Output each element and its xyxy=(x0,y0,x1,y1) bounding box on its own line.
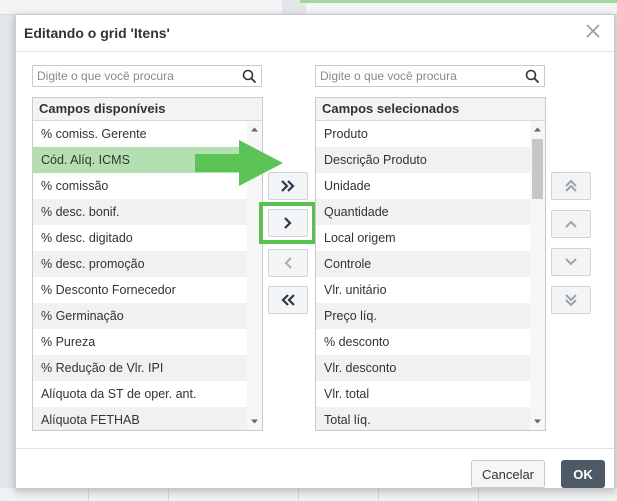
background-footer-strip xyxy=(0,488,617,501)
selected-search-box xyxy=(315,65,545,87)
chevron-right-icon xyxy=(284,217,292,229)
list-item[interactable]: Quantidade xyxy=(316,199,530,225)
move-left-button[interactable] xyxy=(268,249,308,277)
dialog-title: Editando o grid 'Itens' xyxy=(24,25,170,41)
list-item[interactable]: Alíquota da ST de oper. ant. xyxy=(33,381,247,407)
search-icon[interactable] xyxy=(242,69,257,84)
list-item[interactable]: % Germinação xyxy=(33,303,247,329)
scroll-up-icon[interactable] xyxy=(250,125,259,134)
move-up-button[interactable] xyxy=(551,210,591,238)
dialog-header: Editando o grid 'Itens' xyxy=(16,15,614,52)
list-item[interactable]: Alíquota FETHAB xyxy=(33,407,247,430)
cancel-button[interactable]: Cancelar xyxy=(471,460,545,488)
list-item[interactable]: % Pureza xyxy=(33,329,247,355)
scroll-up-icon[interactable] xyxy=(533,125,542,134)
close-button[interactable] xyxy=(584,22,602,40)
chevron-down-icon xyxy=(565,258,577,266)
move-top-button[interactable] xyxy=(551,172,591,200)
background-cell xyxy=(298,488,379,501)
move-right-button[interactable] xyxy=(268,209,308,237)
move-bottom-button[interactable] xyxy=(551,286,591,314)
available-search-input[interactable] xyxy=(33,66,237,86)
scrollbar-thumb[interactable] xyxy=(532,139,543,199)
selected-fields-header: Campos selecionados xyxy=(316,98,545,121)
list-item[interactable]: Total líq. xyxy=(316,407,530,430)
list-item[interactable]: % desc. promoção xyxy=(33,251,247,277)
move-all-left-button[interactable] xyxy=(268,286,308,314)
list-item[interactable]: Local origem xyxy=(316,225,530,251)
list-item[interactable]: Descrição Produto xyxy=(316,147,530,173)
selected-fields-list: Campos selecionados Produto Descrição Pro… xyxy=(315,97,546,431)
list-item[interactable]: Vlr. desconto xyxy=(316,355,530,381)
list-item[interactable]: % Redução de Vlr. IPI xyxy=(33,355,247,381)
scroll-down-icon[interactable] xyxy=(533,417,542,426)
list-item[interactable]: Vlr. total xyxy=(316,381,530,407)
list-item[interactable]: Vlr. unitário xyxy=(316,277,530,303)
selected-search-input[interactable] xyxy=(316,66,520,86)
background-cell xyxy=(378,488,479,501)
chevron-left-icon xyxy=(284,257,292,269)
double-chevron-up-icon xyxy=(565,179,577,192)
list-item[interactable]: Unidade xyxy=(316,173,530,199)
background-cell xyxy=(88,488,169,501)
background-accent-line xyxy=(300,0,617,3)
list-item[interactable]: % desc. digitado xyxy=(33,225,247,251)
chevron-up-icon xyxy=(565,220,577,228)
scroll-down-icon[interactable] xyxy=(250,417,259,426)
move-down-button[interactable] xyxy=(551,248,591,276)
edit-grid-dialog: Editando o grid 'Itens' Campos disponíve… xyxy=(15,14,615,489)
close-icon xyxy=(586,24,600,38)
list-item[interactable]: Produto xyxy=(316,121,530,147)
list-item[interactable]: % desc. bonif. xyxy=(33,199,247,225)
available-search-box xyxy=(32,65,262,87)
list-item[interactable]: % desconto xyxy=(316,329,530,355)
double-chevron-down-icon xyxy=(565,294,577,307)
available-fields-header: Campos disponíveis xyxy=(33,98,262,121)
move-all-right-button[interactable] xyxy=(268,172,308,200)
background-panel-left xyxy=(0,0,282,15)
list-item[interactable]: % Desconto Fornecedor xyxy=(33,277,247,303)
double-chevron-left-icon xyxy=(281,294,295,306)
background-cell xyxy=(168,488,299,501)
background-cell xyxy=(0,488,89,501)
list-item[interactable]: Controle xyxy=(316,251,530,277)
double-chevron-right-icon xyxy=(281,180,295,192)
ok-button[interactable]: OK xyxy=(561,460,605,488)
search-icon[interactable] xyxy=(525,69,540,84)
selected-fields-items: Produto Descrição Produto Unidade Quantidad… xyxy=(316,121,530,430)
list-item[interactable]: Preço líq. xyxy=(316,303,530,329)
selected-scrollbar[interactable] xyxy=(530,121,545,430)
dialog-footer: Cancelar OK xyxy=(16,448,614,489)
